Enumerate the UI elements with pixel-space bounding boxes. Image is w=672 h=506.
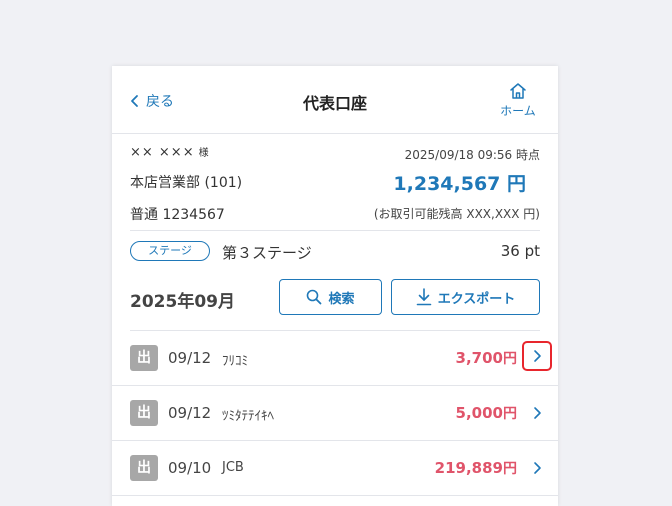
chevron-right-icon[interactable] [530,459,544,477]
chevron-right-icon [534,350,541,362]
account-detail-card: 戻る 代表口座 ホーム ×× ××× 様 2025/09/18 09:56 時点 … [112,66,558,506]
account-number: 普通 1234567 [130,207,225,223]
account-balance: 1,234,567 円 [393,173,526,195]
balance-timestamp: 2025/09/18 09:56 時点 [404,148,540,162]
period-label: 2025年09月 [130,292,235,312]
chevron-right-icon[interactable] [530,404,544,422]
transaction-amount: 5,000円 [455,404,517,422]
transaction-description: ﾂﾐﾀﾃﾃｲｷﾍ [222,409,274,424]
transaction-list: 出 09/12 ﾌﾘｺﾐ 3,700円 出 09/12 ﾂﾐﾀﾃﾃｲｷﾍ 5,0… [112,331,558,496]
search-icon [307,289,322,305]
search-label: 検索 [328,291,355,307]
home-icon [510,83,526,99]
transaction-date: 09/12 [168,404,212,422]
home-button[interactable]: ホーム [496,81,540,119]
debit-badge: 出 [130,455,158,481]
debit-badge: 出 [130,400,158,426]
page-title: 代表口座 [302,94,367,113]
home-label: ホーム [500,104,536,118]
transaction-date: 09/12 [168,349,212,367]
stage-name: 第３ステージ [222,244,312,262]
transaction-row[interactable]: 出 09/12 ﾌﾘｺﾐ 3,700円 [112,331,558,386]
branch-name: 本店営業部 (101) [130,175,243,191]
transaction-description: JCB [222,460,244,475]
transaction-amount: 3,700円 [455,349,517,367]
transaction-row[interactable]: 出 09/12 ﾂﾐﾀﾃﾃｲｷﾍ 5,000円 [112,386,558,441]
debit-badge: 出 [130,345,158,371]
customer-name: ×× ××× 様 [130,145,210,160]
available-balance: (お取引可能残高 XXX,XXX 円) [373,207,540,221]
export-label: エクスポート [437,291,516,307]
transaction-description: ﾌﾘｺﾐ [222,354,248,369]
customer-suffix: 様 [198,148,210,159]
transaction-row[interactable]: 出 09/10 JCB 219,889円 [112,441,558,496]
row-detail-button[interactable] [522,341,552,371]
stage-badge: ステージ [130,241,210,261]
transaction-date: 09/10 [168,459,212,477]
export-button[interactable]: エクスポート [391,279,540,315]
account-info: ×× ××× 様 2025/09/18 09:56 時点 本店営業部 (101) … [112,134,558,331]
header-bar: 戻る 代表口座 ホーム [112,66,558,134]
transaction-amount: 219,889円 [434,459,517,477]
search-button[interactable]: 検索 [279,279,382,315]
stage-points: 36 pt [500,242,540,260]
download-icon [416,288,431,306]
